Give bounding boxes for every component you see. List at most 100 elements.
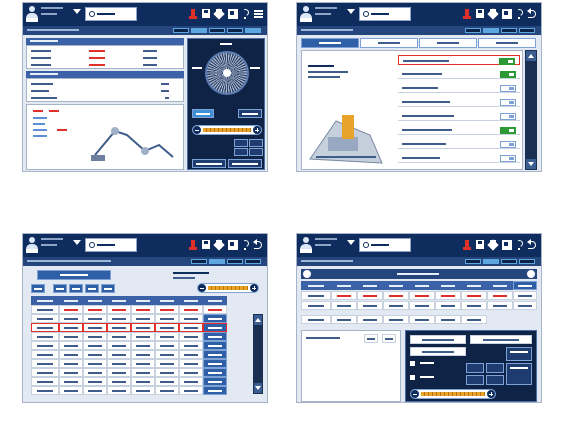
jog-button[interactable] xyxy=(249,148,263,156)
direction-button[interactable] xyxy=(486,363,504,373)
toggle-switch[interactable] xyxy=(500,141,516,148)
subbar-button[interactable] xyxy=(227,259,243,264)
setting-row[interactable] xyxy=(398,55,520,65)
star-icon[interactable] xyxy=(488,8,498,20)
user-avatar-icon[interactable] xyxy=(26,237,38,253)
adjust-field[interactable] xyxy=(410,335,466,344)
subbar-button[interactable] xyxy=(227,28,243,33)
subbar-button[interactable] xyxy=(465,259,481,264)
jog-button[interactable] xyxy=(234,139,248,147)
user-dropdown-icon[interactable] xyxy=(347,9,355,14)
window-icon[interactable] xyxy=(227,8,238,20)
row-action-button[interactable] xyxy=(203,332,227,341)
save-icon[interactable] xyxy=(475,8,485,20)
row-action-button[interactable] xyxy=(203,341,227,350)
search-input[interactable] xyxy=(85,238,137,252)
execute-button[interactable] xyxy=(506,363,532,385)
user-avatar-icon[interactable] xyxy=(300,6,312,22)
adjust-field[interactable] xyxy=(470,335,532,344)
row-action-button[interactable] xyxy=(203,359,227,368)
subbar-button[interactable] xyxy=(465,28,481,33)
filter-button[interactable] xyxy=(53,284,67,293)
subbar-button[interactable] xyxy=(191,28,207,33)
toggle-switch[interactable] xyxy=(500,113,516,120)
window-icon[interactable] xyxy=(501,8,512,20)
scrollbar[interactable] xyxy=(525,50,537,170)
user-dropdown-icon[interactable] xyxy=(347,240,355,245)
jog-dial[interactable] xyxy=(205,51,249,95)
row-action-button[interactable] xyxy=(203,386,227,395)
toggle-switch[interactable] xyxy=(500,99,516,106)
setting-row[interactable] xyxy=(398,83,520,93)
save-icon[interactable] xyxy=(201,239,211,251)
star-icon[interactable] xyxy=(488,239,498,251)
help-icon[interactable] xyxy=(240,8,250,20)
prev-page-icon[interactable] xyxy=(303,270,311,278)
plus-icon[interactable] xyxy=(487,390,495,398)
alarm-icon[interactable] xyxy=(188,8,198,20)
user-dropdown-icon[interactable] xyxy=(73,240,81,245)
toggle-switch[interactable] xyxy=(500,85,516,92)
menu-icon[interactable] xyxy=(253,8,263,20)
action-button[interactable] xyxy=(228,159,262,168)
user-avatar-icon[interactable] xyxy=(300,237,312,253)
table-title-tab[interactable] xyxy=(37,270,111,280)
mode-button[interactable] xyxy=(192,109,214,118)
setting-row[interactable] xyxy=(398,153,520,163)
filter-button[interactable] xyxy=(101,284,115,293)
step-value[interactable] xyxy=(382,334,396,343)
subbar-button[interactable] xyxy=(501,28,517,33)
subbar-button[interactable] xyxy=(209,259,225,264)
setting-row[interactable] xyxy=(398,125,520,135)
plus-icon[interactable] xyxy=(253,126,261,134)
reset-button[interactable] xyxy=(238,109,262,118)
back-icon[interactable] xyxy=(527,8,537,20)
scroll-down-icon[interactable] xyxy=(254,383,262,393)
plus-icon[interactable] xyxy=(250,284,258,292)
minus-icon[interactable] xyxy=(411,390,419,398)
tab-2[interactable] xyxy=(360,38,418,48)
row-action-button[interactable] xyxy=(203,377,227,386)
jog-button[interactable] xyxy=(234,148,248,156)
setting-row[interactable] xyxy=(398,97,520,107)
setting-row[interactable] xyxy=(398,69,520,79)
scroll-up-icon[interactable] xyxy=(526,51,536,61)
subbar-button[interactable] xyxy=(173,28,189,33)
option-checkbox[interactable] xyxy=(410,375,415,380)
minus-icon[interactable] xyxy=(198,284,206,292)
row-action-button[interactable] xyxy=(203,368,227,377)
filter-button[interactable] xyxy=(85,284,99,293)
alarm-icon[interactable] xyxy=(462,239,472,251)
search-input[interactable] xyxy=(85,7,137,21)
subbar-button[interactable] xyxy=(483,259,499,264)
table-scrollbar[interactable] xyxy=(253,314,263,394)
row-action-button[interactable] xyxy=(203,323,227,332)
search-input[interactable] xyxy=(359,7,411,21)
filter-button[interactable] xyxy=(31,284,45,293)
action-button[interactable] xyxy=(192,159,226,168)
tab-1[interactable] xyxy=(301,38,359,48)
alarm-icon[interactable] xyxy=(188,239,198,251)
toggle-switch[interactable] xyxy=(500,127,516,134)
step-value[interactable] xyxy=(364,334,378,343)
alarm-icon[interactable] xyxy=(462,8,472,20)
filter-button[interactable] xyxy=(69,284,83,293)
user-dropdown-icon[interactable] xyxy=(73,9,81,14)
subbar-button[interactable] xyxy=(483,28,499,33)
next-page-icon[interactable] xyxy=(527,270,535,278)
direction-button[interactable] xyxy=(486,375,504,385)
window-icon[interactable] xyxy=(227,239,238,251)
subbar-button[interactable] xyxy=(501,259,517,264)
scroll-down-icon[interactable] xyxy=(526,159,536,169)
adjust-field[interactable] xyxy=(410,347,466,356)
subbar-button[interactable] xyxy=(245,28,261,33)
back-icon[interactable] xyxy=(253,239,263,251)
scroll-up-icon[interactable] xyxy=(254,315,262,325)
row-action-button[interactable] xyxy=(203,350,227,359)
search-input[interactable] xyxy=(359,238,411,252)
subbar-button[interactable] xyxy=(519,28,535,33)
star-icon[interactable] xyxy=(214,8,224,20)
value-slider[interactable] xyxy=(197,283,259,293)
jog-button[interactable] xyxy=(249,139,263,147)
subbar-button[interactable] xyxy=(245,259,261,264)
